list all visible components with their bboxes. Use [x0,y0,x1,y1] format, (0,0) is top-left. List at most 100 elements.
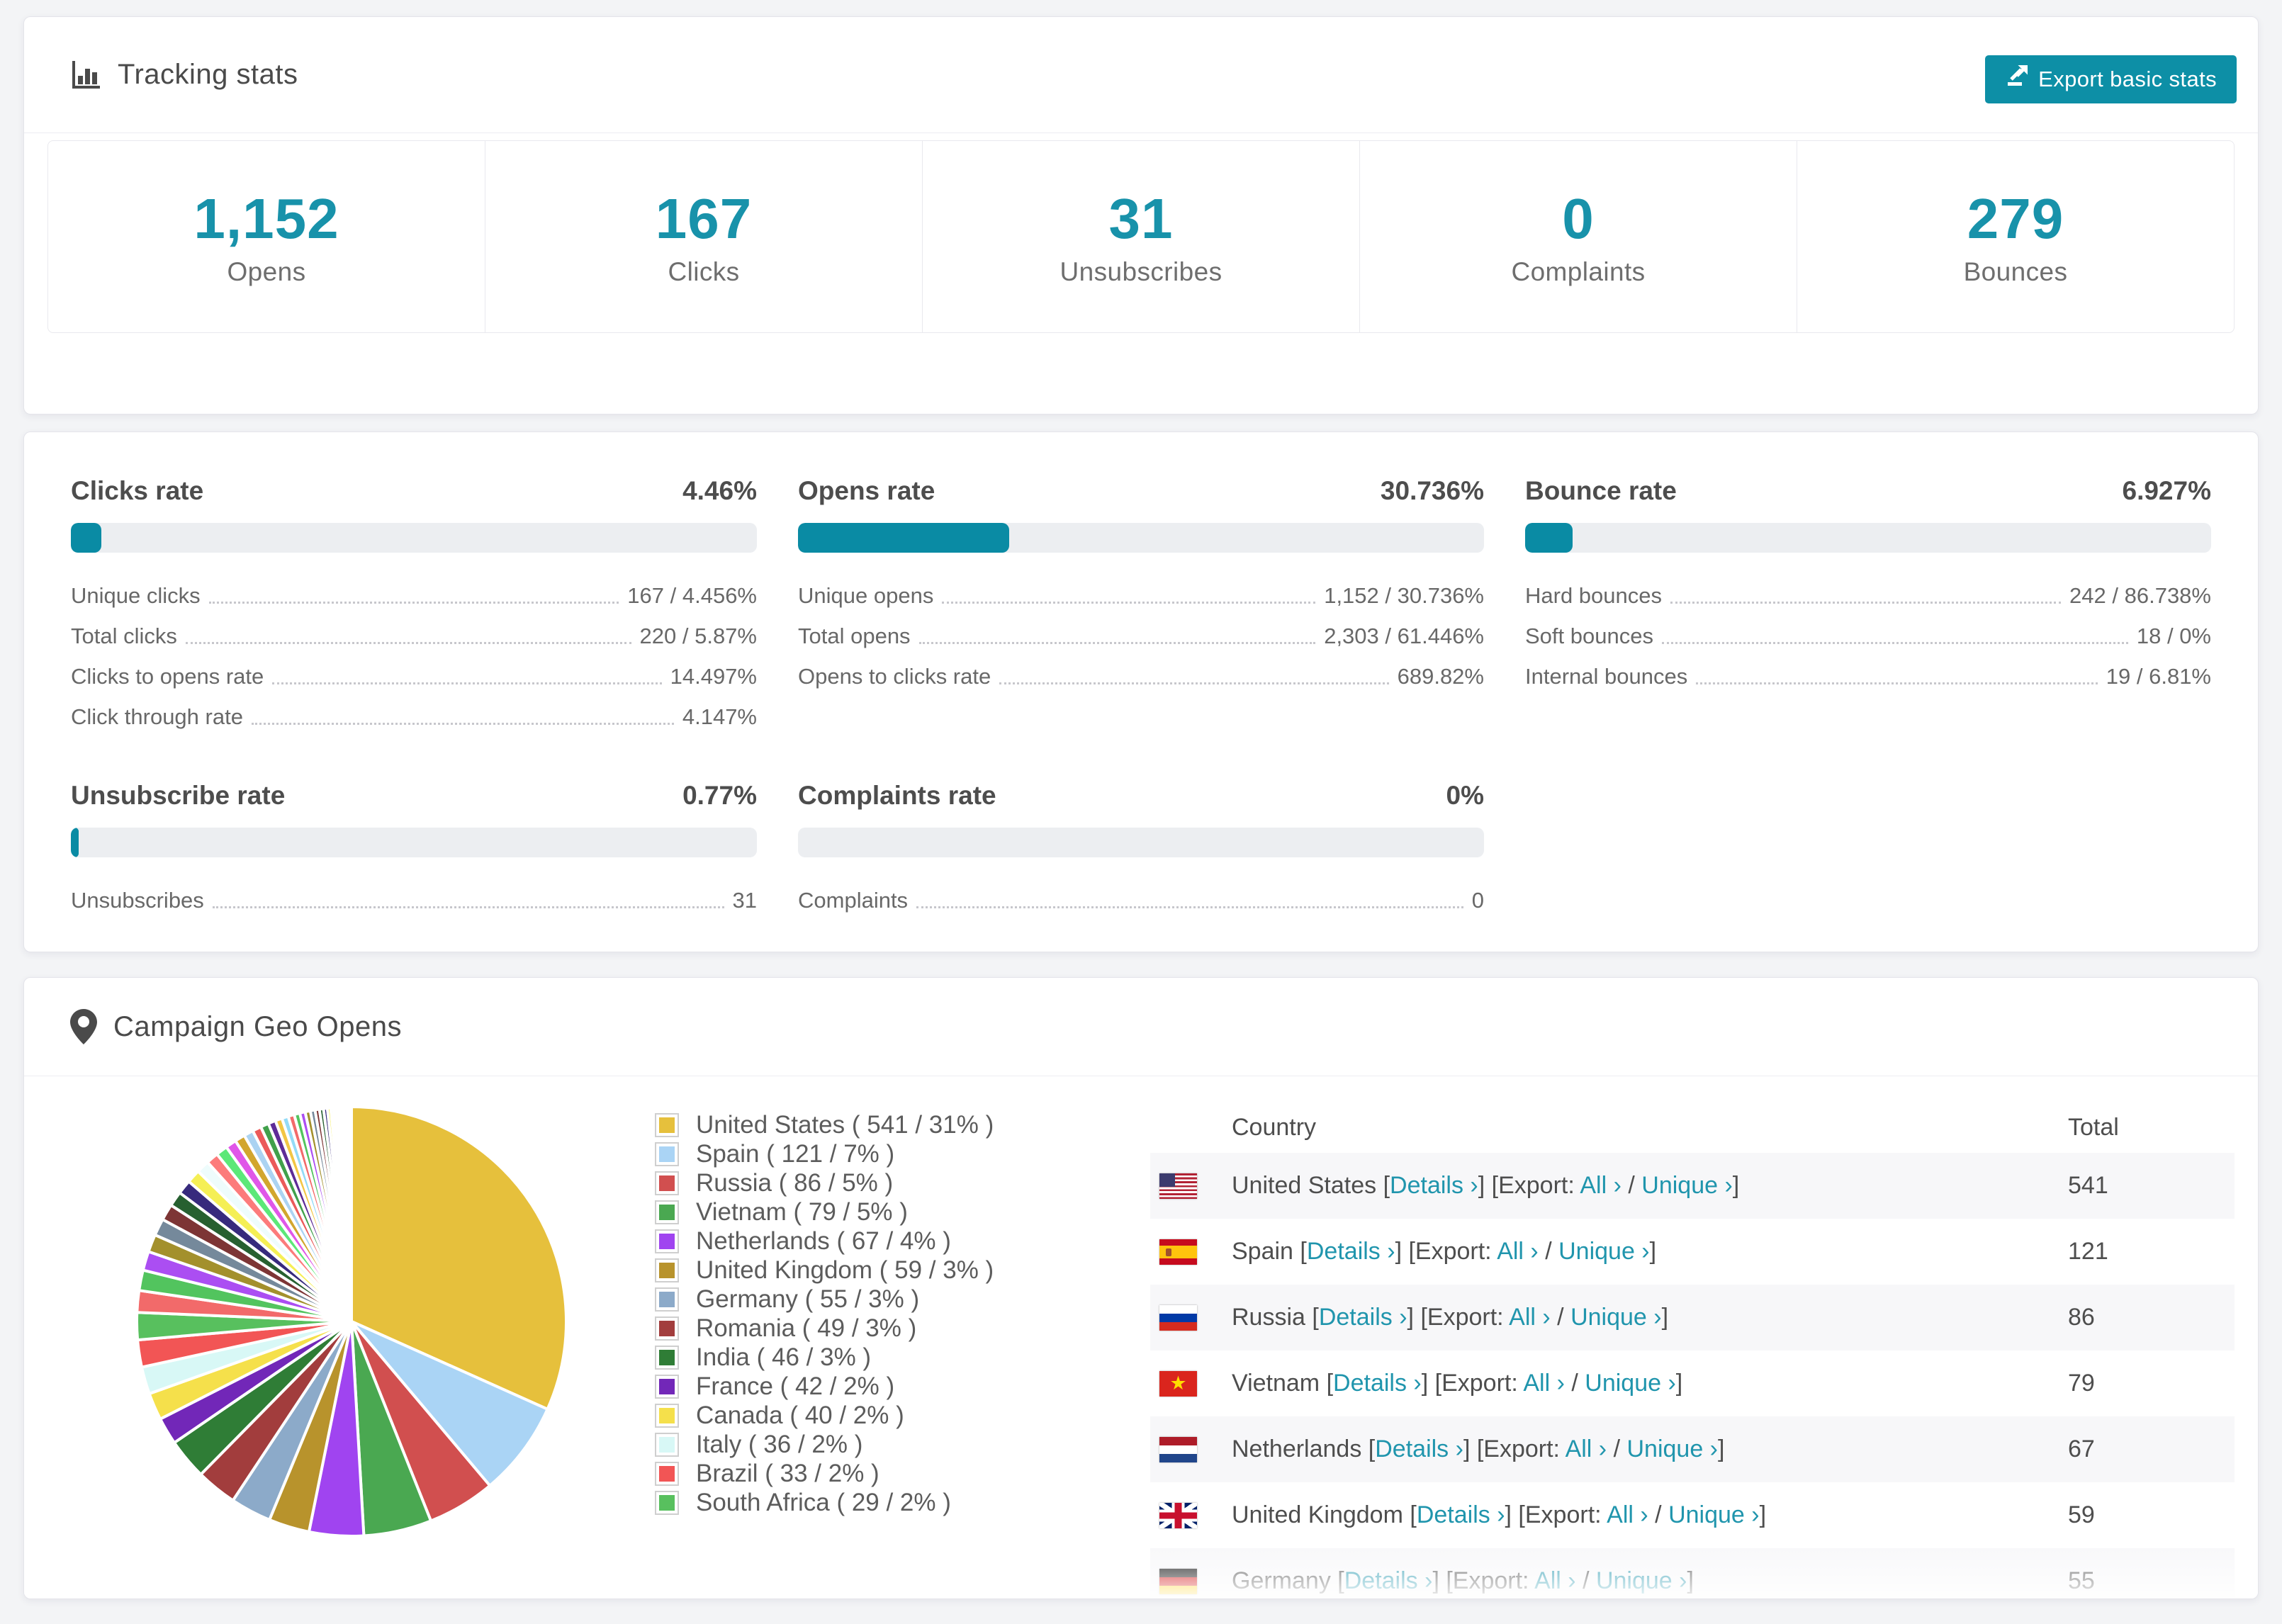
summary-stat: 279 Bounces [1797,141,2234,332]
details-link[interactable]: Details › [1333,1370,1422,1397]
tracking-stats-header: Tracking stats Export basic stats [24,17,2258,133]
stat-label: Unsubscribes [1060,257,1222,286]
legend-label: Spain ( 121 / 7% ) [696,1139,895,1168]
legend-label: South Africa ( 29 / 2% ) [696,1488,951,1516]
legend-item[interactable]: Netherlands ( 67 / 4% ) [655,1227,1078,1256]
export-all-link[interactable]: All › [1523,1370,1565,1397]
tracking-stats-page: Tracking stats Export basic stats 1,152 … [0,16,2282,1624]
export-all-link[interactable]: All › [1566,1436,1607,1462]
legend-swatch [655,1258,679,1282]
legend-item[interactable]: Brazil ( 33 / 2% ) [655,1459,1078,1488]
stat-row-value: 14.497% [670,663,757,689]
stat-label: Clicks [668,257,740,286]
details-link[interactable]: Details › [1390,1172,1478,1199]
stat-row: Hard bounces 242 / 86.738% [1525,575,2211,616]
export-unique-link[interactable]: Unique › [1570,1304,1662,1331]
dotted-leader [208,588,619,604]
export-all-link[interactable]: All › [1580,1172,1621,1199]
legend-item[interactable]: South Africa ( 29 / 2% ) [655,1488,1078,1517]
flag-es-icon [1159,1239,1197,1265]
progress-bar [1525,523,2211,553]
stat-row-label: Total opens [798,623,911,648]
stat-row-value: 220 / 5.87% [639,623,757,648]
pie-slice[interactable] [349,1105,353,1323]
legend-item[interactable]: Vietnam ( 79 / 5% ) [655,1197,1078,1227]
total-cell: 59 [2068,1501,2095,1528]
legend-swatch [655,1345,679,1370]
details-link[interactable]: Details › [1375,1436,1463,1462]
export-all-link[interactable]: All › [1497,1238,1539,1265]
stat-row-value: 167 / 4.456% [627,582,757,608]
table-row: Germany [Details ›] [Export: All › / Uni… [1150,1548,2235,1598]
total-cell: 55 [2068,1567,2095,1594]
summary-stats-row: 1,152 Opens 167 Clicks 31 Unsubscribes 0… [47,140,2235,333]
export-all-link[interactable]: All › [1509,1304,1551,1331]
legend-item[interactable]: Germany ( 55 / 3% ) [655,1285,1078,1314]
progress-bar-fill [798,523,1009,553]
flag-gb-icon [1159,1502,1197,1528]
legend-label: Vietnam ( 79 / 5% ) [696,1197,908,1226]
legend-item[interactable]: Romania ( 49 / 3% ) [655,1314,1078,1343]
progress-bar [71,523,757,553]
export-unique-link[interactable]: Unique › [1641,1172,1733,1199]
geo-table-body: United States [Details ›] [Export: All ›… [1150,1153,2235,1598]
legend-item[interactable]: Canada ( 40 / 2% ) [655,1401,1078,1430]
legend-item[interactable]: Italy ( 36 / 2% ) [655,1430,1078,1459]
legend-item[interactable]: Russia ( 86 / 5% ) [655,1168,1078,1197]
stat-value: 0 [1562,187,1595,250]
rate-title: Bounce rate [1525,476,1677,505]
stat-value: 167 [655,187,753,250]
details-link[interactable]: Details › [1417,1501,1505,1528]
export-unique-link[interactable]: Unique › [1668,1501,1760,1528]
summary-stat: 1,152 Opens [48,141,485,332]
stat-row-label: Soft bounces [1525,623,1653,648]
legend-item[interactable]: United Kingdom ( 59 / 3% ) [655,1256,1078,1285]
dotted-leader [212,893,724,908]
legend-item[interactable]: France ( 42 / 2% ) [655,1372,1078,1401]
details-link[interactable]: Details › [1319,1304,1407,1331]
legend-swatch [655,1200,679,1224]
export-basic-stats-button[interactable]: Export basic stats [1985,55,2237,103]
legend-item[interactable]: India ( 46 / 3% ) [655,1343,1078,1372]
geo-title: Campaign Geo Opens [113,1010,403,1042]
summary-stat: 167 Clicks [485,141,922,332]
dotted-leader [1696,669,2098,684]
export-unique-link[interactable]: Unique › [1596,1567,1687,1594]
export-unique-link[interactable]: Unique › [1626,1436,1718,1462]
table-row: Netherlands [Details ›] [Export: All › /… [1150,1416,2235,1482]
geo-pie-chart[interactable] [75,1102,642,1598]
total-cell: 67 [2068,1436,2095,1462]
country-cell: United Kingdom [Details ›] [Export: All … [1232,1501,1767,1528]
country-cell: United States [Details ›] [Export: All ›… [1232,1172,1740,1199]
legend-swatch [655,1171,679,1195]
country-name: Vietnam [1232,1370,1320,1397]
stat-row-label: Clicks to opens rate [71,663,264,689]
export-unique-link[interactable]: Unique › [1558,1238,1650,1265]
campaign-geo-opens-card: Campaign Geo Opens United States ( 541 /… [23,977,2259,1599]
legend-item[interactable]: United States ( 541 / 31% ) [655,1110,1078,1139]
stat-row-value: 1,152 / 30.736% [1324,582,1484,608]
legend-swatch [655,1374,679,1399]
legend-item[interactable]: Spain ( 121 / 7% ) [655,1139,1078,1168]
progress-bar [798,523,1484,553]
flag-ru-icon [1159,1304,1197,1331]
legend-label: Brazil ( 33 / 2% ) [696,1459,879,1487]
flag-nl-icon [1159,1436,1197,1462]
legend-swatch [655,1287,679,1312]
details-link[interactable]: Details › [1344,1567,1433,1594]
summary-stat: 0 Complaints [1359,141,1797,332]
table-row: Russia [Details ›] [Export: All › / Uniq… [1150,1285,2235,1350]
flag-vn-icon [1159,1370,1197,1397]
details-link[interactable]: Details › [1307,1238,1395,1265]
total-cell: 86 [2068,1304,2095,1331]
export-all-link[interactable]: All › [1534,1567,1576,1594]
total-cell: 79 [2068,1370,2095,1397]
stat-row-label: Unique clicks [71,582,201,608]
stat-row-label: Unsubscribes [71,887,204,913]
dotted-leader [918,628,1316,644]
stat-row: Opens to clicks rate 689.82% [798,656,1484,697]
export-unique-link[interactable]: Unique › [1585,1370,1676,1397]
dotted-leader [251,709,674,725]
export-all-link[interactable]: All › [1607,1501,1648,1528]
legend-swatch [655,1141,679,1166]
